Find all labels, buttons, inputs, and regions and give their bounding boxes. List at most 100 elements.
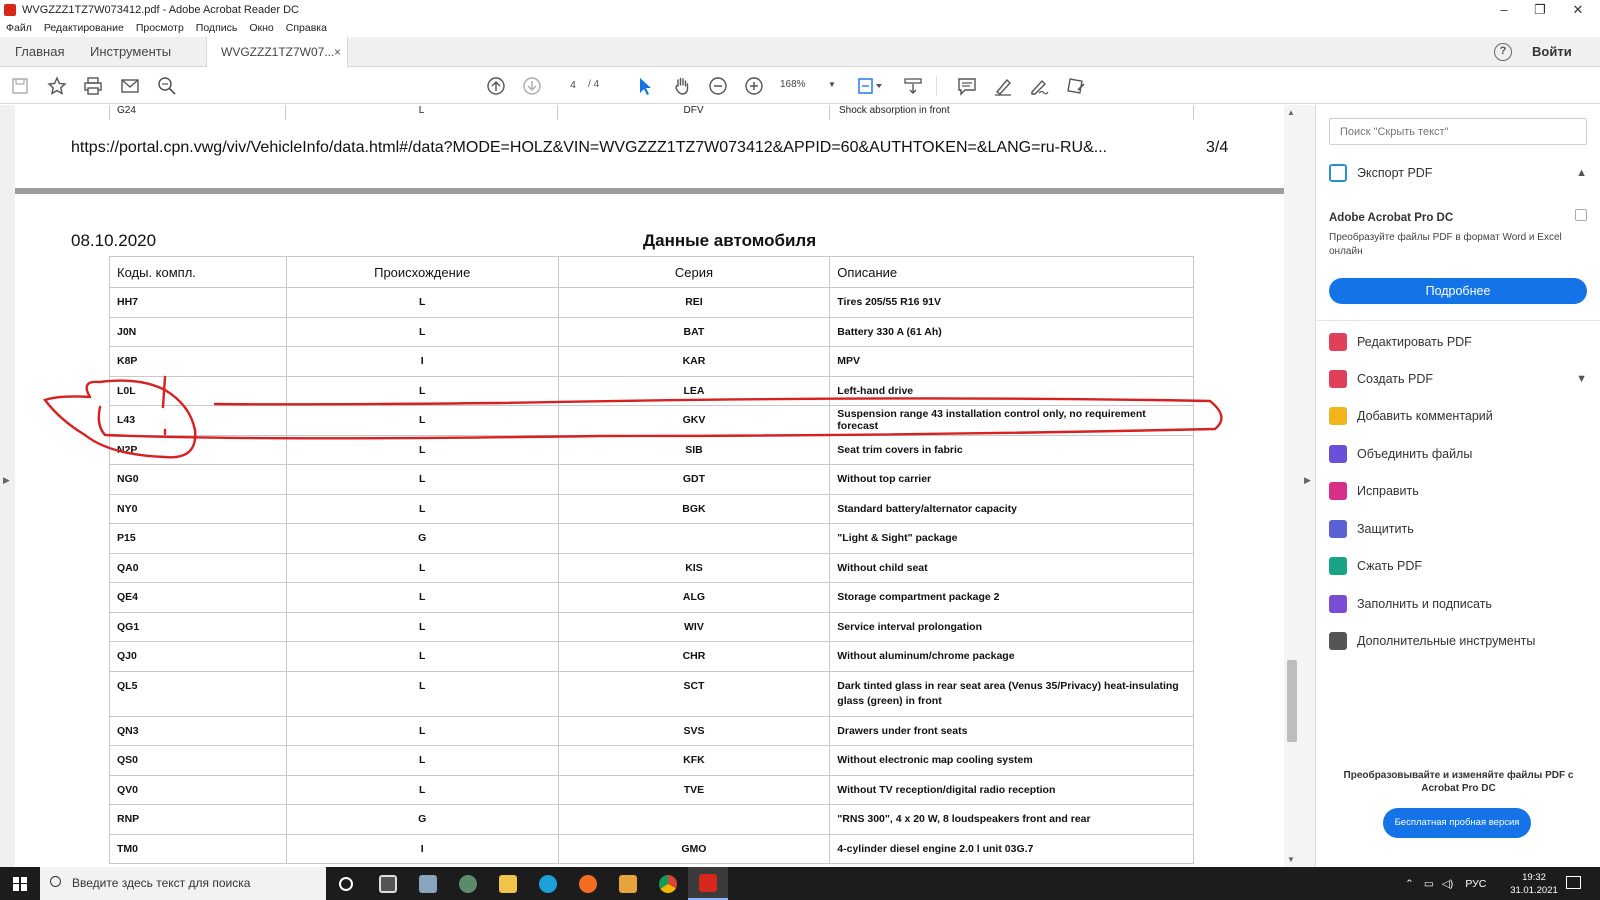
header-series: Серия [557, 256, 831, 288]
clock[interactable]: 19:32 31.01.2021 [1509, 871, 1559, 897]
page-down-icon[interactable] [520, 74, 544, 98]
header-description: Описание [829, 256, 1194, 288]
task-view-button[interactable] [326, 867, 366, 900]
start-button[interactable] [0, 867, 40, 900]
vertical-scrollbar[interactable]: ▲ ▼ [1284, 105, 1300, 867]
table-row: NG0 L GDT Without top carrier [109, 464, 1194, 495]
tool-item-comment[interactable]: Добавить комментарий [1329, 403, 1589, 429]
network-icon[interactable]: ▭ [1424, 878, 1434, 890]
previous-page: G24 L DFV Shock absorption in front http… [15, 105, 1284, 188]
media-player-app[interactable] [608, 867, 648, 900]
document-heading: Данные автомобиля [643, 231, 817, 250]
tool-app[interactable] [448, 867, 488, 900]
redact-icon[interactable] [1064, 74, 1088, 98]
tool-item-more-tools[interactable]: Дополнительные инструменты [1329, 628, 1589, 654]
close-window-button[interactable]: ✕ [1560, 0, 1596, 19]
login-button[interactable]: Войти [1532, 37, 1572, 67]
scroll-up-icon[interactable]: ▲ [1287, 108, 1295, 117]
menu-view[interactable]: Просмотр [136, 22, 184, 34]
close-tab-icon[interactable]: × [334, 37, 341, 67]
copy-icon[interactable] [1575, 209, 1587, 221]
zoom-out-icon[interactable] [706, 74, 730, 98]
highlight-icon[interactable] [991, 74, 1015, 98]
tool-item-protect[interactable]: Защитить [1329, 516, 1589, 542]
print-icon[interactable] [81, 74, 105, 98]
expand-left-icon[interactable]: ▶ [3, 475, 10, 486]
zoom-select[interactable]: 168% ▼ [780, 76, 840, 94]
chevron-up-icon[interactable]: ▲ [1576, 167, 1587, 179]
tool-item-combine[interactable]: Объединить файлы [1329, 441, 1589, 467]
option-code-cell: N2P [109, 434, 287, 465]
mail-icon[interactable] [118, 74, 142, 98]
tab-home[interactable]: Главная [15, 37, 64, 67]
scrollbar-thumb[interactable] [1287, 660, 1297, 742]
series-cell: SIB [557, 434, 831, 465]
collapse-right-icon[interactable]: ▶ [1304, 475, 1311, 486]
tool-item-compress[interactable]: Сжать PDF [1329, 553, 1589, 579]
table-row: RNP G "RNS 300", 4 x 20 W, 8 loudspeakers … [109, 804, 1194, 835]
learn-more-button[interactable]: Подробнее [1329, 278, 1587, 304]
maximize-button[interactable]: ❐ [1522, 0, 1558, 19]
header-origin: Происхождение [285, 256, 559, 288]
menu-edit[interactable]: Редактирование [44, 22, 124, 34]
combine-icon [1329, 445, 1347, 463]
tool-item-fix[interactable]: Исправить [1329, 478, 1589, 504]
file-explorer-icon [499, 874, 517, 893]
export-pdf-item[interactable]: Экспорт PDF ▲ [1329, 160, 1589, 186]
zoom-in-icon[interactable] [742, 74, 766, 98]
minimize-button[interactable]: – [1486, 0, 1522, 19]
menu-window[interactable]: Окно [249, 22, 273, 34]
scroll-mode-icon[interactable] [901, 74, 925, 98]
prev-code: G24 [109, 105, 286, 120]
free-trial-button[interactable]: Бесплатная пробная версия [1383, 808, 1531, 838]
tool-item-create-pdf[interactable]: Создать PDF ▼ [1329, 366, 1589, 392]
tool-item-label: Создать PDF [1357, 372, 1433, 386]
series-cell: GDT [557, 464, 831, 495]
search-icon[interactable] [155, 74, 179, 98]
scroll-down-icon[interactable]: ▼ [1287, 855, 1295, 864]
page-up-icon[interactable] [484, 74, 508, 98]
bookmark-icon[interactable] [45, 74, 69, 98]
left-panel-toggle[interactable]: ▶ [0, 105, 15, 867]
tray-overflow-icon[interactable]: ⌃ [1405, 878, 1414, 890]
hand-icon[interactable] [670, 74, 694, 98]
tool-item-edit-pdf[interactable]: Редактировать PDF [1329, 329, 1589, 355]
edge-app[interactable] [528, 867, 568, 900]
tools-search-input[interactable] [1329, 118, 1587, 145]
option-code-cell: P15 [109, 523, 287, 554]
acrobat-taskbar-app[interactable] [688, 867, 728, 900]
explorer-shortcut-app[interactable] [408, 867, 448, 900]
series-cell: SCT [557, 670, 831, 717]
menu-help[interactable]: Справка [286, 22, 327, 34]
right-panel-toggle[interactable]: ▶ [1300, 105, 1316, 867]
export-pdf-icon [1329, 164, 1347, 182]
volume-icon[interactable]: ◁) [1442, 878, 1454, 890]
taskbar-search-box[interactable]: Введите здесь текст для поиска [40, 867, 326, 900]
help-icon[interactable]: ? [1494, 43, 1512, 61]
file-explorer-app[interactable] [488, 867, 528, 900]
document-date: 08.10.2020 [71, 231, 157, 250]
tool-item-label: Добавить комментарий [1357, 409, 1493, 423]
notifications-icon[interactable] [1566, 876, 1581, 889]
tab-document[interactable]: WVGZZZ1TZ7W07... × [206, 37, 348, 67]
chevron-down-icon[interactable]: ▼ [1576, 373, 1587, 385]
chrome-app[interactable] [648, 867, 688, 900]
table-row: QG1 L WIV Service interval prolongation [109, 611, 1194, 642]
menu-file[interactable]: Файл [6, 22, 32, 34]
origin-cell: L [285, 375, 559, 406]
promo-description: Преобразуйте файлы PDF в формат Word и E… [1329, 232, 1562, 257]
sign-icon[interactable] [1027, 74, 1051, 98]
fit-page-icon[interactable] [853, 74, 887, 98]
save-icon[interactable] [8, 74, 32, 98]
origin-cell: L [285, 715, 559, 746]
firefox-app[interactable] [568, 867, 608, 900]
store-app[interactable] [368, 867, 408, 900]
document-viewport[interactable]: ▶ G24 L DFV Shock absorption in front ht… [0, 105, 1284, 867]
page-number-input[interactable] [560, 76, 586, 94]
comment-icon[interactable] [955, 74, 979, 98]
language-indicator[interactable]: РУС [1465, 878, 1486, 890]
tab-tools[interactable]: Инструменты [90, 37, 171, 67]
tool-item-fill-sign[interactable]: Заполнить и подписать [1329, 591, 1589, 617]
menu-sign[interactable]: Подпись [196, 22, 238, 34]
select-icon[interactable] [633, 74, 657, 98]
